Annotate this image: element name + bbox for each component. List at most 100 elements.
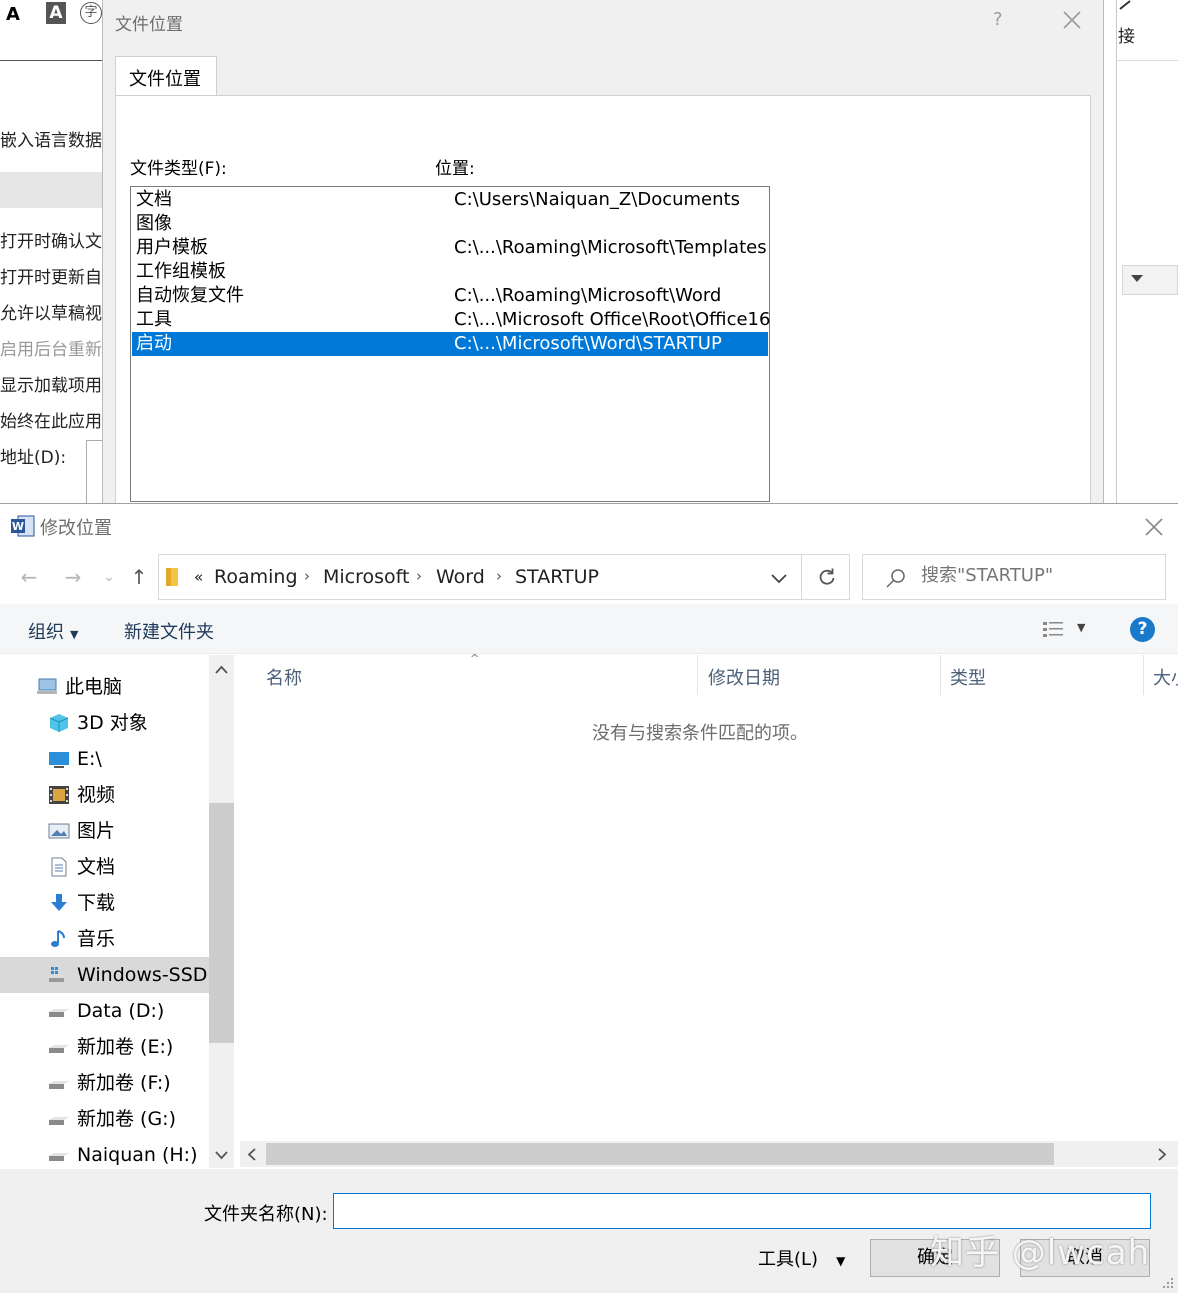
file-type-cell: 启动 <box>136 333 172 354</box>
ribbon-label-fragment[interactable]: 接 <box>1118 22 1135 47</box>
file-location-row[interactable]: 文档 C:\Users\Naiquan_Z\Documents <box>132 188 768 212</box>
file-locations-dialog: 文件位置 ? 文件位置 文件类型(F): 位置: 文档 C:\Users\Naiq… <box>102 0 1104 515</box>
nav-item-volume-e[interactable]: 新加卷 (E:) <box>0 1029 210 1065</box>
enclose-character-icon[interactable]: 字 <box>80 2 102 24</box>
option-update-on-open[interactable]: 打开时更新自 <box>0 263 102 288</box>
close-icon[interactable] <box>1058 6 1086 34</box>
organize-button[interactable]: 组织 ▼ <box>28 618 78 644</box>
monitor-icon <box>49 752 69 768</box>
option-draft-view[interactable]: 允许以草稿视 <box>0 299 102 324</box>
recent-locations-chevron-icon[interactable]: ⌄ <box>96 564 122 590</box>
file-type-cell: 工作组模板 <box>136 261 226 282</box>
scroll-down-icon[interactable] <box>215 1151 228 1160</box>
chevron-down-icon[interactable] <box>767 568 791 588</box>
file-type-label: 文件类型(F): <box>130 159 227 179</box>
forward-arrow-icon[interactable]: → <box>60 564 86 590</box>
nav-item-downloads[interactable]: 下载 <box>0 885 210 921</box>
view-details-icon[interactable] <box>1042 620 1064 640</box>
nav-item-videos[interactable]: 视频 <box>0 777 210 813</box>
chevron-right-icon[interactable]: › <box>496 567 502 585</box>
refresh-button[interactable] <box>801 555 850 599</box>
nav-label: 音乐 <box>77 928 116 950</box>
search-icon <box>886 569 905 588</box>
column-header-type[interactable]: 类型 <box>950 664 986 690</box>
breadcrumb-word[interactable]: Word <box>436 566 485 588</box>
nav-item-volume-g[interactable]: 新加卷 (G:) <box>0 1101 210 1137</box>
column-header-size[interactable]: 大小 <box>1153 664 1178 690</box>
scrollbar-thumb[interactable] <box>266 1143 1054 1165</box>
address-bar[interactable]: « Roaming › Microsoft › Word › STARTUP <box>158 554 850 600</box>
folder-name-label: 文件夹名称(N): <box>204 1204 328 1225</box>
nav-label: Data (D:) <box>77 1000 165 1022</box>
view-options-chevron-icon[interactable]: ▼ <box>1077 621 1085 634</box>
scroll-right-icon[interactable] <box>1158 1148 1167 1161</box>
download-icon <box>51 894 67 911</box>
nav-item-e-drive[interactable]: E:\ <box>0 741 210 777</box>
breadcrumb-startup[interactable]: STARTUP <box>515 566 599 588</box>
nav-item-pictures[interactable]: 图片 <box>0 813 210 849</box>
dropdown[interactable] <box>1122 265 1178 295</box>
column-divider[interactable] <box>1143 655 1144 695</box>
column-header-name[interactable]: 名称 <box>266 664 302 690</box>
computer-icon <box>37 678 57 694</box>
nav-label: Windows-SSD ( <box>77 964 210 986</box>
nav-item-music[interactable]: 音乐 <box>0 921 210 957</box>
file-location-row[interactable]: 自动恢复文件 C:\...\Roaming\Microsoft\Word <box>132 284 768 308</box>
column-header-date-modified[interactable]: 修改日期 <box>708 664 780 690</box>
scrollbar-thumb[interactable] <box>209 803 234 1043</box>
help-icon[interactable]: ? <box>1130 617 1155 642</box>
film-icon <box>49 786 69 804</box>
close-icon[interactable] <box>1140 513 1168 541</box>
nav-item-naiquan-h[interactable]: Naiquan (H:) <box>0 1137 210 1173</box>
file-location-row[interactable]: 图像 <box>132 212 768 236</box>
file-locations-list[interactable]: 文档 C:\Users\Naiquan_Z\Documents 图像 用户模板 C:\.… <box>130 186 770 502</box>
command-bar: 组织 ▼ 新建文件夹 ▼ ? <box>0 604 1178 654</box>
file-location-row[interactable]: 工具 C:\...\Microsoft Office\Root\Office16 <box>132 308 770 332</box>
chevron-right-icon[interactable]: › <box>416 567 422 585</box>
text-highlight-icon[interactable]: A <box>46 2 66 24</box>
new-folder-button[interactable]: 新建文件夹 <box>124 618 214 644</box>
file-type-cell: 工具 <box>136 309 172 330</box>
column-divider[interactable] <box>940 655 941 695</box>
chevron-right-icon[interactable]: › <box>304 567 310 585</box>
organize-label: 组织 <box>28 622 64 643</box>
divider <box>1117 60 1178 61</box>
search-box[interactable] <box>862 554 1166 600</box>
refresh-icon <box>819 568 835 585</box>
nav-label: 此电脑 <box>65 676 123 698</box>
horizontal-scrollbar[interactable] <box>240 1141 1178 1167</box>
nav-item-data-d[interactable]: Data (D:) <box>0 993 210 1029</box>
option-show-addin-errors[interactable]: 显示加载项用 <box>0 371 102 396</box>
help-button[interactable]: ? <box>993 9 1003 30</box>
windows-drive-icon <box>49 967 69 982</box>
nav-item-this-pc[interactable]: 此电脑 <box>0 669 210 705</box>
nav-item-documents[interactable]: 文档 <box>0 849 210 885</box>
scroll-left-icon[interactable] <box>247 1148 256 1161</box>
file-location-row[interactable]: 用户模板 C:\...\Roaming\Microsoft\Templates <box>132 236 768 260</box>
scroll-up-icon[interactable] <box>215 665 228 674</box>
font-size-icon[interactable]: A <box>6 4 20 25</box>
nav-item-volume-f[interactable]: 新加卷 (F:) <box>0 1065 210 1101</box>
column-divider[interactable] <box>697 655 698 695</box>
breadcrumb-overflow[interactable]: « <box>194 568 203 586</box>
file-location-row[interactable]: 启动 C:\...\Microsoft\Word\STARTUP <box>132 332 768 356</box>
location-label: 位置: <box>435 159 475 179</box>
option-embed-language[interactable]: 嵌入语言数据 <box>0 126 102 151</box>
option-always-use-app[interactable]: 始终在此应用 <box>0 407 102 432</box>
file-location-row[interactable]: 工作组模板 <box>132 260 768 284</box>
breadcrumb-roaming[interactable]: Roaming <box>214 566 298 588</box>
search-input[interactable] <box>921 565 1151 586</box>
nav-label: 新加卷 (E:) <box>77 1036 174 1058</box>
option-confirm-open[interactable]: 打开时确认文 <box>0 227 102 252</box>
breadcrumb-microsoft[interactable]: Microsoft <box>323 566 409 588</box>
folder-name-input[interactable] <box>333 1193 1151 1229</box>
option-background-repaginate: 启用后台重新 <box>0 340 102 360</box>
resize-grip-icon[interactable] <box>1160 1275 1174 1289</box>
tab-file-locations[interactable]: 文件位置 <box>115 56 217 96</box>
nav-item-windows-ssd[interactable]: Windows-SSD ( <box>0 957 210 993</box>
up-arrow-icon[interactable]: ↑ <box>126 564 152 590</box>
drive-icon <box>49 1081 69 1089</box>
tools-button[interactable]: 工具(L) ▼ <box>758 1245 845 1271</box>
nav-label: Naiquan (H:) <box>77 1144 198 1166</box>
back-arrow-icon[interactable]: ← <box>16 564 42 590</box>
